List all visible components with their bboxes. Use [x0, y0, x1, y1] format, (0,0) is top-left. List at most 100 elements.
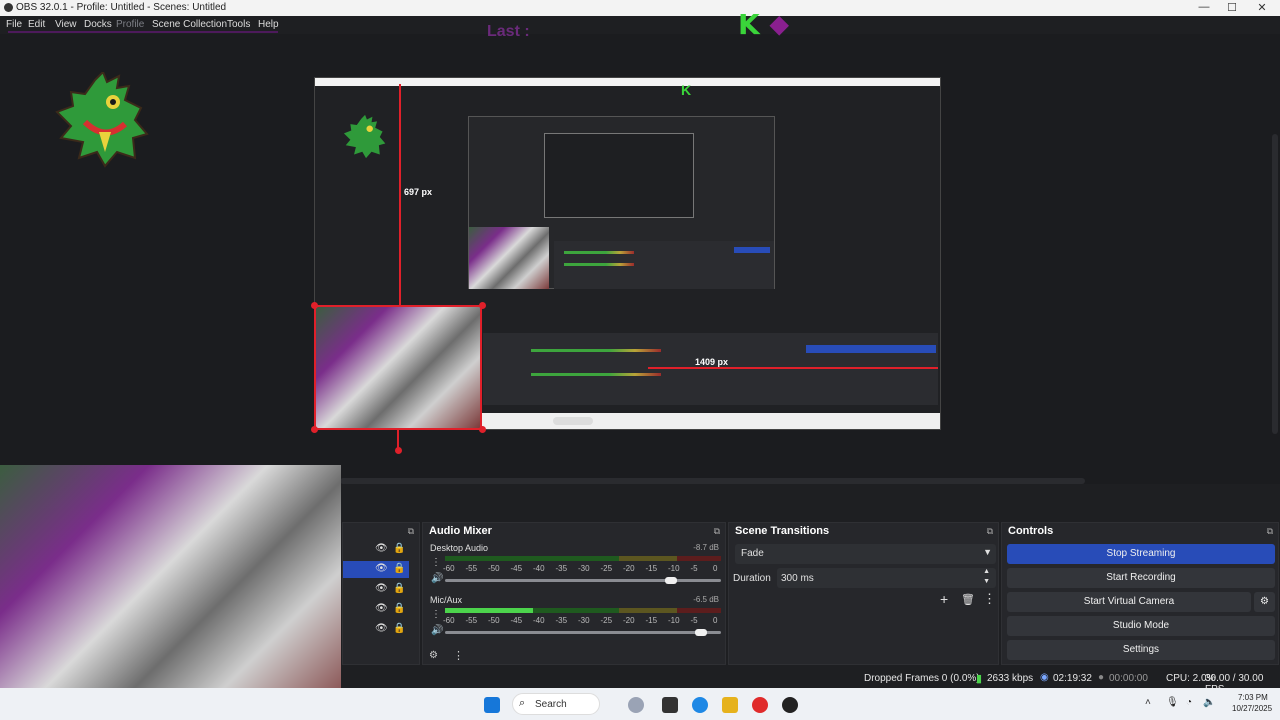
resize-handle-br[interactable]	[479, 426, 486, 433]
spin-up-icon[interactable]: ▲	[983, 568, 990, 575]
spin-down-icon[interactable]: ▼	[983, 578, 990, 585]
mixer-menu-icon[interactable]: ⋮	[453, 649, 464, 662]
lock-icon[interactable]: 🔒	[393, 603, 405, 614]
audio-mixer-dock: Audio Mixer ⧉ Desktop Audio -8.7 dB ⋮ -6…	[422, 522, 726, 665]
lock-icon[interactable]: 🔒	[393, 623, 405, 634]
webcam-source-selected[interactable]	[314, 305, 482, 430]
menu-edit[interactable]: Edit	[28, 19, 45, 30]
file-explorer-icon[interactable]	[722, 697, 738, 713]
desktop-volume-knob[interactable]	[664, 577, 677, 584]
record-time: 00:00:00	[1109, 673, 1148, 684]
channel-name: Mic/Aux	[430, 595, 463, 605]
eye-icon[interactable]: 👁	[375, 583, 388, 594]
menu-profile[interactable]: Profile	[116, 19, 144, 30]
widget-icon[interactable]	[628, 697, 644, 713]
scale-tick-label: -45	[510, 616, 523, 625]
desktop-meter	[445, 556, 721, 561]
transition-select[interactable]: Fade ▼	[735, 544, 996, 564]
eye-icon[interactable]: 👁	[375, 603, 388, 614]
duration-value: 300 ms	[781, 573, 814, 584]
desktop-volume-slider[interactable]	[445, 579, 721, 582]
duration-spinbox[interactable]: 300 ms ▲ ▼	[777, 568, 996, 588]
scale-tick-label: -25	[600, 616, 613, 625]
wifi-icon[interactable]: ◔	[1186, 697, 1192, 708]
sources-popout-icon[interactable]: ⧉	[408, 526, 414, 537]
eye-icon[interactable]: 👁	[375, 623, 388, 634]
speaker-icon[interactable]: 🔊	[431, 573, 443, 584]
eye-icon[interactable]: 👁	[375, 563, 388, 574]
start-recording-button[interactable]: Start Recording	[1007, 568, 1275, 588]
taskbar-search[interactable]: ⌕ Search	[512, 693, 600, 715]
menu-view[interactable]: View	[55, 19, 77, 30]
nested-stop-streaming	[806, 345, 936, 353]
transition-menu-icon[interactable]: ⋮	[983, 591, 996, 607]
bitrate: 2633 kbps	[987, 673, 1034, 684]
controls-popout-icon[interactable]: ⧉	[1267, 526, 1273, 537]
eye-icon[interactable]: 👁	[375, 543, 388, 554]
obs-taskbar-icon[interactable]	[782, 697, 798, 713]
guide-line-vertical	[399, 84, 401, 308]
audio-mixer-popout-icon[interactable]: ⧉	[714, 526, 720, 537]
chevron-up-icon[interactable]: ˄	[1145, 697, 1151, 708]
scale-tick-label: -50	[488, 616, 500, 625]
lock-icon[interactable]: 🔒	[393, 583, 405, 594]
clock-time[interactable]: 7:03 PM	[1238, 693, 1268, 702]
trash-icon[interactable]: 🗑	[961, 593, 975, 606]
virtual-camera-settings-gear-icon[interactable]: ⚙	[1254, 592, 1275, 612]
record-icon: ●	[1098, 672, 1105, 683]
dropped-frames: Dropped Frames 0 (0.0%)	[864, 673, 980, 684]
edge-icon[interactable]	[692, 697, 708, 713]
scale-tick-label: 0	[713, 564, 718, 573]
resize-handle-tl[interactable]	[311, 302, 318, 309]
maximize-button[interactable]: ☐	[1222, 1, 1242, 15]
resize-handle-bl[interactable]	[311, 426, 318, 433]
opera-icon[interactable]	[752, 697, 768, 713]
menu-scene-collection[interactable]: Scene Collection	[152, 19, 227, 30]
settings-button[interactable]: Settings	[1007, 640, 1275, 660]
guide-line-bottom	[397, 430, 399, 450]
vertical-scrollbar[interactable]	[1272, 134, 1278, 434]
mic-meter-fill	[445, 608, 534, 613]
menu-bar: File Edit View Docks Profile Scene Colle…	[0, 16, 1280, 34]
nested-dock-panel	[554, 241, 774, 289]
mic-volume-slider[interactable]	[445, 631, 721, 634]
nested-docks: 1409 px	[483, 333, 938, 405]
dragon-sprite-icon	[55, 72, 149, 168]
scale-tick-label: -5	[690, 564, 698, 573]
nested-dragon-icon	[343, 114, 386, 159]
mixer-settings-icon[interactable]: ⚙	[429, 650, 438, 661]
start-virtual-camera-button[interactable]: Start Virtual Camera	[1007, 592, 1251, 612]
menu-file[interactable]: File	[6, 19, 22, 30]
microphone-icon[interactable]: 🎙	[1166, 697, 1179, 708]
stop-streaming-button[interactable]: Stop Streaming	[1007, 544, 1275, 564]
lock-icon[interactable]: 🔒	[393, 543, 405, 554]
terminal-icon[interactable]	[662, 697, 678, 713]
nested-k-logo-icon: K	[681, 82, 692, 98]
speaker-icon[interactable]: 🔊	[431, 625, 443, 636]
menu-docks[interactable]: Docks	[84, 19, 112, 30]
menu-tools[interactable]: Tools	[227, 19, 250, 30]
taskbar-search-label: Search	[535, 699, 567, 710]
lock-icon[interactable]: 🔒	[393, 563, 405, 574]
window-title: OBS 32.0.1 - Profile: Untitled - Scenes:…	[16, 2, 227, 13]
sources-dock: ⧉ 👁 🔒 👁 🔒 👁 🔒 👁 🔒 👁 🔒	[342, 522, 420, 665]
close-button[interactable]: ✕	[1252, 1, 1272, 15]
scale-tick-label: -20	[623, 564, 635, 573]
resize-handle-tr[interactable]	[479, 302, 486, 309]
mic-volume-knob[interactable]	[695, 629, 708, 636]
windows-start-icon[interactable]	[484, 697, 500, 713]
logo-accent-icon: ◆	[770, 11, 789, 38]
channel-menu-icon[interactable]: ⋮	[431, 557, 441, 568]
channel-menu-icon[interactable]: ⋮	[431, 609, 441, 620]
add-transition-icon[interactable]: +	[940, 591, 948, 607]
nested-inner-preview	[468, 116, 775, 289]
volume-icon[interactable]: 🔈	[1203, 697, 1215, 708]
scene-transitions-popout-icon[interactable]: ⧉	[987, 526, 993, 537]
minimize-button[interactable]: —	[1194, 1, 1214, 15]
menu-help[interactable]: Help	[258, 19, 279, 30]
clock-date[interactable]: 10/27/2025	[1232, 704, 1272, 713]
stream-icon: ◉	[1040, 672, 1049, 683]
studio-mode-button[interactable]: Studio Mode	[1007, 616, 1275, 636]
channel-db: -6.5 dB	[693, 595, 719, 604]
scale-tick-label: -15	[645, 564, 658, 573]
